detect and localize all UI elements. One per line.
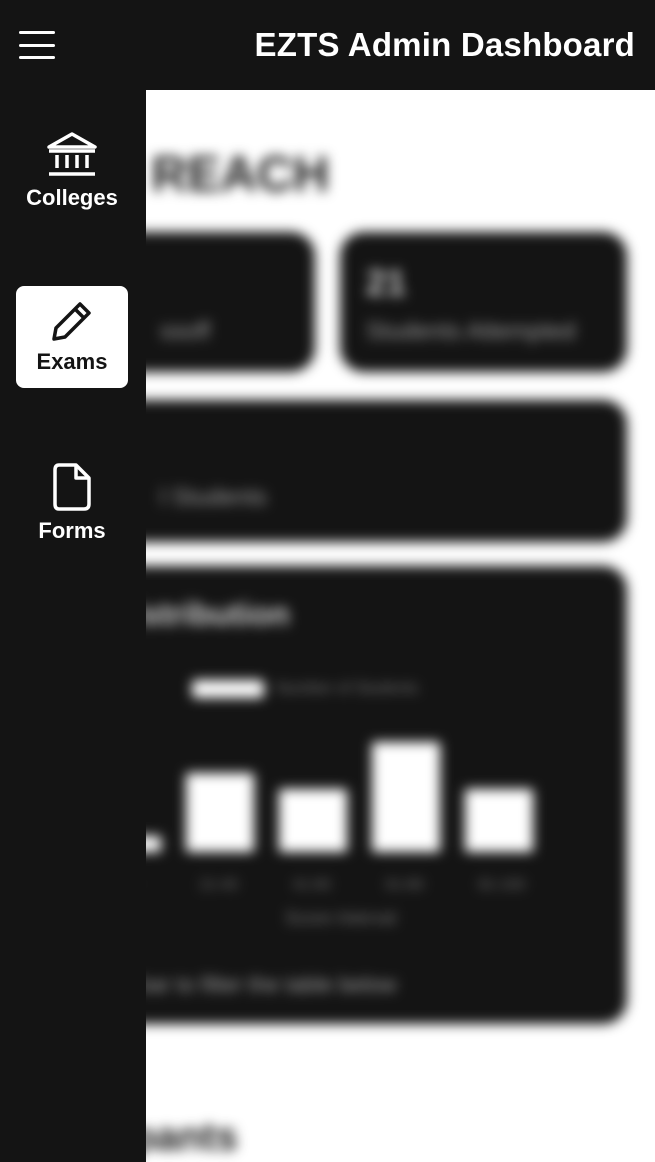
stat-label: Students Attempted: [366, 318, 576, 345]
sidebar-item-label: Colleges: [26, 185, 118, 210]
chart-hint: a bar to filter the table below: [120, 972, 397, 997]
bank-icon: [47, 132, 97, 176]
sidebar-item-exams[interactable]: Exams: [16, 286, 128, 388]
sidebar-item-colleges[interactable]: Colleges: [16, 120, 128, 222]
chart-bar[interactable]: [185, 773, 254, 852]
stat-label: ssoff: [160, 318, 211, 345]
chart-bar[interactable]: [371, 742, 440, 852]
stat-value: 21: [366, 262, 407, 303]
top-bar: EZTS Admin Dashboard: [0, 0, 655, 90]
x-tick-label: 41-60: [292, 876, 331, 893]
sidebar-item-label: Exams: [36, 349, 108, 374]
chart-bar[interactable]: [278, 789, 347, 852]
chart-bar[interactable]: [464, 789, 533, 852]
stat-card: 21 Students Attempted: [340, 232, 627, 372]
x-axis-label: Score Interval: [285, 908, 397, 928]
legend-swatch: [192, 680, 264, 698]
chart-legend[interactable]: Number of Students: [192, 680, 418, 698]
x-tick-label: 21-40: [199, 876, 238, 893]
sidebar: Colleges Exams Forms: [0, 90, 146, 1162]
hamburger-menu-icon[interactable]: [19, 31, 55, 59]
stat-label: l Students: [160, 484, 267, 511]
app-title: EZTS Admin Dashboard: [254, 26, 635, 63]
sidebar-item-label: Forms: [38, 518, 106, 543]
file-icon: [53, 463, 91, 511]
sidebar-item-forms[interactable]: Forms: [16, 452, 128, 554]
legend-label: Number of Students: [276, 680, 419, 697]
x-tick-label: 81-100: [478, 876, 526, 893]
x-tick-label: 61-80: [385, 876, 424, 893]
pencil-icon: [52, 302, 91, 341]
